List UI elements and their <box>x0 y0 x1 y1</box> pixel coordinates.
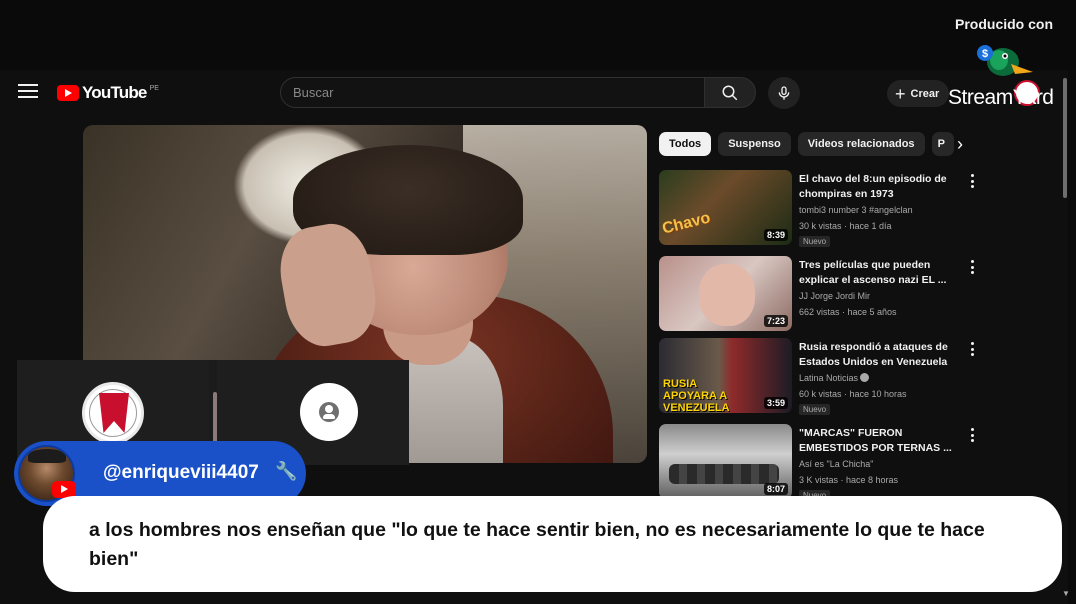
search-icon <box>722 85 738 100</box>
chip-todos[interactable]: Todos <box>659 132 712 156</box>
youtube-play-icon <box>57 85 79 101</box>
channel-name[interactable]: Latina Noticias <box>799 373 870 383</box>
channel-name[interactable]: Así es "La Chicha" <box>799 459 873 469</box>
streamyard-brand: StreamYard <box>948 86 1054 109</box>
new-badge: Nuevo <box>799 236 831 247</box>
page-scrollbar[interactable]: ▼ <box>1062 70 1070 604</box>
create-button[interactable]: + Crear <box>887 80 950 107</box>
chevron-right-icon[interactable]: › <box>950 134 970 154</box>
create-label: Crear <box>910 87 940 100</box>
more-options-icon[interactable] <box>966 426 978 444</box>
channel-name[interactable]: JJ Jorge Jordi Mir <box>799 291 870 301</box>
streamyard-duck-logo-icon: $ <box>977 45 1033 76</box>
video-thumbnail[interactable]: Chavo 8:39 <box>659 170 792 245</box>
duration-badge: 8:07 <box>763 483 788 495</box>
video-title[interactable]: Tres películas que pueden explicar el as… <box>799 258 959 288</box>
new-badge: Nuevo <box>799 404 831 415</box>
youtube-logo[interactable]: YouTube PE <box>57 83 159 103</box>
search-box[interactable] <box>280 77 704 108</box>
video-title[interactable]: El chavo del 8:un episodio de chompiras … <box>799 172 959 202</box>
video-meta: 662 vistas · hace 5 años <box>799 307 897 317</box>
scrollbar-thumb[interactable] <box>1063 78 1067 198</box>
video-thumbnail[interactable]: 7:23 <box>659 256 792 331</box>
country-code: PE <box>149 84 159 92</box>
duration-badge: 7:23 <box>763 315 788 327</box>
avatar-hat <box>28 449 66 463</box>
duration-badge: 3:59 <box>763 397 788 409</box>
youtube-logo-text: YouTube <box>82 83 147 102</box>
related-video-item[interactable]: Chavo 8:39 El chavo del 8:un episodio de… <box>659 170 989 248</box>
comment-text: a los hombres nos enseñan que "lo que te… <box>89 519 985 570</box>
thumbnail-scene <box>669 464 779 484</box>
comment-banner: a los hombres nos enseñan que "lo que te… <box>43 496 1062 592</box>
youtube-header: YouTube PE + Crear <box>0 70 1068 116</box>
video-meta: 60 k vistas · hace 10 horas <box>799 389 907 399</box>
video-meta: 3 K vistas · hace 8 horas <box>799 475 899 485</box>
user-placeholder-icon <box>300 383 358 441</box>
filter-chips: Todos Suspenso Videos relacionados P <box>659 132 954 156</box>
video-title[interactable]: Rusia respondió a ataques de Estados Uni… <box>799 340 959 370</box>
scroll-down-arrow-icon[interactable]: ▼ <box>1062 589 1070 598</box>
related-video-item[interactable]: 7:23 Tres películas que pueden explicar … <box>659 256 989 334</box>
more-options-icon[interactable] <box>966 258 978 276</box>
thumbnail-face <box>699 264 755 326</box>
wrench-icon: 🔧 <box>275 461 298 481</box>
top-frame <box>0 0 1076 70</box>
related-video-item[interactable]: RUSIA APOYARA A VENEZUELA 3:59 Rusia res… <box>659 338 989 416</box>
chip-videos-relacionados[interactable]: Videos relacionados <box>797 132 925 156</box>
plus-icon: + <box>895 83 906 104</box>
channel-name[interactable]: tombi3 number 3 #angelclan <box>799 205 913 215</box>
more-options-icon[interactable] <box>966 172 978 190</box>
screen: Producido con YouTube PE + Crear <box>0 0 1076 604</box>
search-button[interactable] <box>704 77 756 108</box>
user-glyph <box>319 402 339 422</box>
verified-icon <box>860 373 870 382</box>
commenter-username: @enriqueviii4407 <box>103 462 259 483</box>
search-input[interactable] <box>281 78 704 107</box>
video-title[interactable]: "MARCAS" FUERON EMBESTIDOS POR TERNAS ..… <box>799 426 959 456</box>
channel-name-text: Latina Noticias <box>799 373 859 383</box>
duration-badge: 8:39 <box>763 229 788 241</box>
produced-with-label: Producido con <box>955 16 1053 32</box>
thumbnail-text: Chavo <box>660 209 713 238</box>
video-thumbnail[interactable]: 8:07 <box>659 424 792 499</box>
hamburger-menu-icon[interactable] <box>18 84 38 100</box>
microphone-icon <box>778 86 790 100</box>
guest-avatar <box>82 382 144 444</box>
video-meta: 30 k vistas · hace 1 día <box>799 221 892 231</box>
voice-search-button[interactable] <box>768 77 800 109</box>
related-video-item[interactable]: 8:07 "MARCAS" FUERON EMBESTIDOS POR TERN… <box>659 424 989 502</box>
more-options-icon[interactable] <box>966 340 978 358</box>
svg-text:$: $ <box>982 48 988 60</box>
video-thumbnail[interactable]: RUSIA APOYARA A VENEZUELA 3:59 <box>659 338 792 413</box>
chip-suspenso[interactable]: Suspenso <box>718 132 791 156</box>
thumbnail-text: RUSIA APOYARA A VENEZUELA <box>663 378 730 413</box>
